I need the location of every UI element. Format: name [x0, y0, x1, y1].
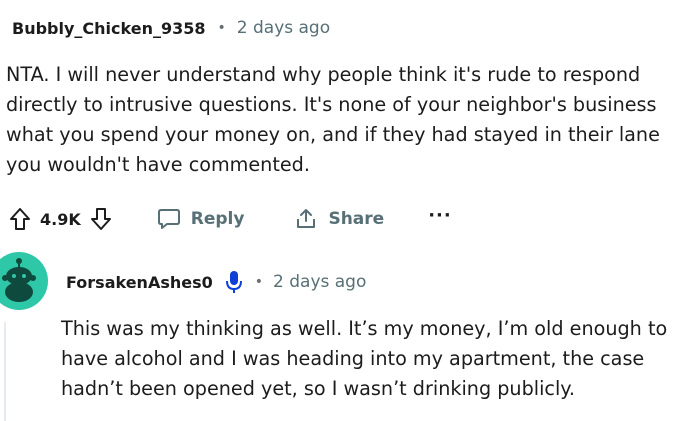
avatar[interactable] [0, 252, 48, 310]
comment-body: NTA. I will never understand why people … [6, 63, 660, 176]
separator-dot: • [254, 274, 264, 290]
reply-header: ForsakenAshes0 • 2 days ago [66, 268, 366, 296]
vote-score: 4.9K [40, 209, 81, 229]
thread-line[interactable] [4, 322, 6, 421]
share-icon [294, 207, 318, 231]
separator-dot: • [217, 20, 226, 36]
more-options-button[interactable]: ··· [428, 205, 452, 226]
comment-username[interactable]: Bubbly_Chicken_9358 [12, 19, 206, 38]
comment-timestamp[interactable]: 2 days ago [237, 18, 330, 38]
comment-bubble-icon [157, 207, 181, 231]
downvote-icon[interactable] [89, 206, 113, 232]
reply-timestamp[interactable]: 2 days ago [273, 272, 366, 292]
share-button[interactable]: Share [294, 207, 384, 231]
reply-body: This was my thinking as well. It’s my mo… [61, 317, 668, 400]
reply-label: Reply [190, 209, 245, 229]
comment-actions: 4.9K Reply Share ··· [8, 203, 452, 235]
reply-username[interactable]: ForsakenAshes0 [66, 273, 213, 292]
microphone-icon [225, 270, 243, 294]
reply-button[interactable]: Reply [157, 207, 245, 231]
upvote-icon[interactable] [8, 206, 32, 232]
share-label: Share [328, 209, 385, 229]
comment-header: Bubbly_Chicken_9358 • 2 days ago [12, 14, 330, 42]
